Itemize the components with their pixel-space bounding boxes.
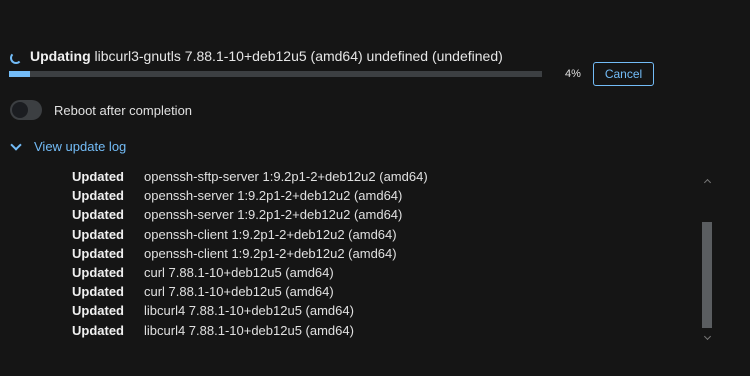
log-row: Updated openssh-client 1:9.2p1-2+deb12u2 … xyxy=(60,225,700,244)
log-row: Updated openssh-server 1:9.2p1-2+deb12u2 … xyxy=(60,205,700,224)
log-row: Updated openssh-server 1:9.2p1-2+deb12u2 … xyxy=(60,186,700,205)
scroll-down-icon[interactable] xyxy=(703,332,712,341)
log-package: openssh-sftp-server 1:9.2p1-2+deb12u2 (a… xyxy=(144,172,428,185)
status-label: Updating xyxy=(30,48,91,64)
progress-bar xyxy=(9,71,542,77)
log-package: curl 7.88.1-10+deb12u5 (amd64) xyxy=(144,265,334,281)
log-package: libcurl4 7.88.1-10+deb12u5 (amd64) xyxy=(144,322,354,338)
log-action: Updated xyxy=(72,226,124,242)
log-package: openssh-client 1:9.2p1-2+deb12u2 (amd64) xyxy=(144,226,397,242)
chevron-down-icon xyxy=(10,139,22,151)
log-scrollbar[interactable] xyxy=(702,176,714,341)
log-package: openssh-server 1:9.2p1-2+deb12u2 (amd64) xyxy=(144,188,403,204)
progress-fill xyxy=(9,71,31,77)
cancel-button[interactable]: Cancel xyxy=(593,62,654,86)
log-row: Updated libcurl4 7.88.1-10+deb12u5 (amd64… xyxy=(60,321,700,340)
progress-percent: 4% xyxy=(565,68,581,80)
reboot-label: Reboot after completion xyxy=(54,102,193,118)
log-row: Updated curl 7.88.1-10+deb12u5 (amd64) xyxy=(60,263,700,282)
log-row: Updated libcurl4 7.88.1-10+deb12u5 (amd64… xyxy=(60,301,700,320)
view-log-label: View update log xyxy=(34,139,127,154)
log-package: openssh-client 1:9.2p1-2+deb12u2 (amd64) xyxy=(144,245,397,261)
reboot-toggle-row[interactable]: Reboot after completion xyxy=(10,100,192,120)
log-action: Updated xyxy=(72,245,124,261)
status-detail: libcurl3-gnutls 7.88.1-10+deb12u5 (amd64… xyxy=(94,48,503,64)
status-text: Updating libcurl3-gnutls 7.88.1-10+deb12… xyxy=(30,48,503,64)
log-action: Updated xyxy=(72,207,124,223)
update-log[interactable]: Updated openssh-sftp-server 1:9.2p1-2+deb… xyxy=(60,172,700,342)
log-row: Updated openssh-sftp-server 1:9.2p1-2+deb… xyxy=(60,172,700,186)
log-package: curl 7.88.1-10+deb12u5 (amd64) xyxy=(144,284,334,300)
switch-knob xyxy=(12,102,28,118)
log-row: Updated openssh-client 1:9.2p1-2+deb12u2 … xyxy=(60,244,700,263)
update-status: Updating libcurl3-gnutls 7.88.1-10+deb12… xyxy=(10,46,503,66)
scroll-up-icon[interactable] xyxy=(703,178,712,187)
log-action: Updated xyxy=(72,303,124,319)
log-action: Updated xyxy=(72,265,124,281)
log-action: Updated xyxy=(72,172,124,185)
log-action: Updated xyxy=(72,322,124,338)
log-action: Updated xyxy=(72,188,124,204)
log-row: Updated curl 7.88.1-10+deb12u5 (amd64) xyxy=(60,282,700,301)
log-package: openssh-server 1:9.2p1-2+deb12u2 (amd64) xyxy=(144,207,403,223)
log-action: Updated xyxy=(72,284,124,300)
scrollbar-thumb[interactable] xyxy=(702,222,712,328)
spinner-icon xyxy=(10,52,22,64)
reboot-switch[interactable] xyxy=(10,100,42,120)
log-package: libcurl4 7.88.1-10+deb12u5 (amd64) xyxy=(144,303,354,319)
view-log-toggle[interactable]: View update log xyxy=(10,139,127,154)
